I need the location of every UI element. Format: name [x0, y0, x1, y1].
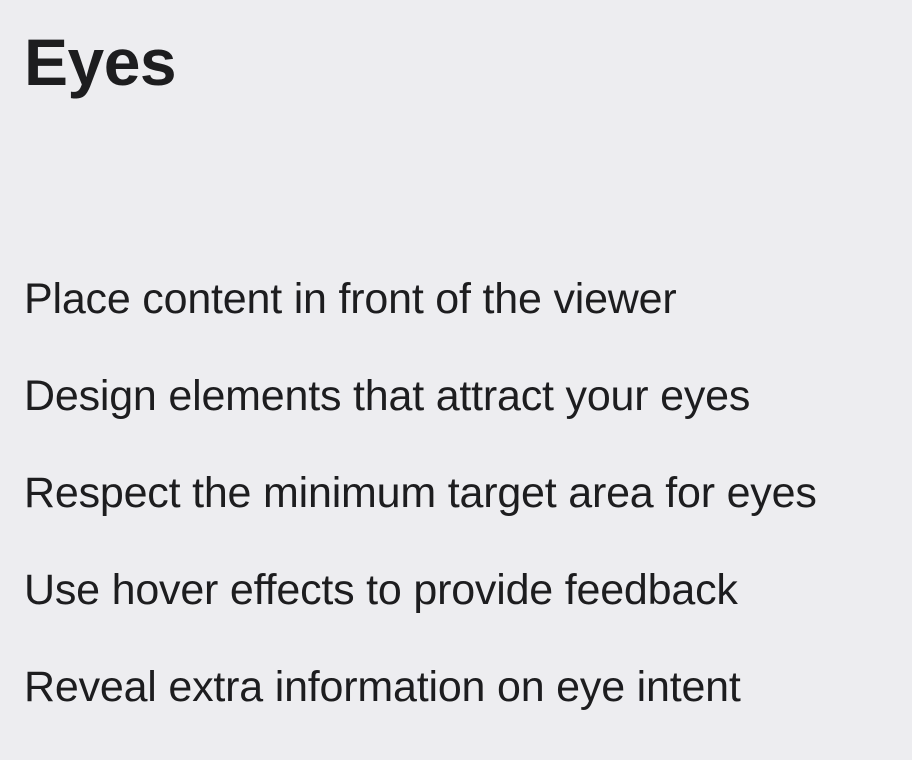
- page-title: Eyes: [24, 25, 177, 99]
- guideline-item: Reveal extra information on eye intent: [24, 663, 741, 711]
- guidelines-list: Place content in front of the viewer Des…: [24, 275, 817, 711]
- guideline-item: Place content in front of the viewer: [24, 275, 677, 323]
- guideline-item: Design elements that attract your eyes: [24, 372, 751, 420]
- guideline-item: Respect the minimum target area for eyes: [24, 469, 817, 517]
- eyes-guidelines-page: Eyes Place content in front of the viewe…: [0, 0, 912, 760]
- guideline-item: Use hover effects to provide feedback: [24, 566, 738, 614]
